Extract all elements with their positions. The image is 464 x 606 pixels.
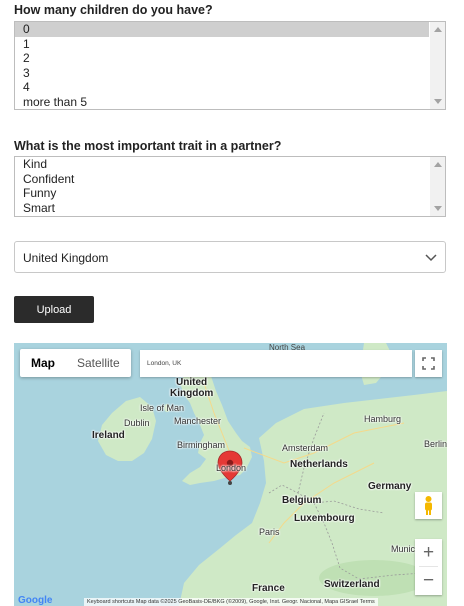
trait-option[interactable]: Kind [15, 157, 445, 172]
fullscreen-button[interactable] [415, 350, 442, 377]
map-label: London [216, 463, 247, 473]
scroll-up-arrow-icon[interactable] [434, 162, 442, 167]
map-label: France [252, 583, 285, 594]
map-search-text: London, UK [147, 360, 182, 367]
map-type-satellite-button[interactable]: Satellite [66, 349, 131, 377]
street-view-button[interactable] [415, 492, 442, 519]
map-label: Luxembourg [294, 513, 355, 524]
upload-button[interactable]: Upload [14, 296, 94, 323]
map-label: Belgium [282, 495, 322, 506]
children-option[interactable]: 3 [15, 66, 445, 81]
map-label: Birmingham [177, 440, 226, 450]
zoom-in-button[interactable]: + [415, 539, 442, 566]
map-label: Berlin [424, 439, 447, 449]
map-label: Paris [259, 527, 280, 537]
trait-option[interactable]: Funny [15, 186, 445, 201]
scroll-down-arrow-icon[interactable] [434, 99, 442, 104]
map-footer: Google Keyboard shortcuts Map data ©2025… [14, 595, 447, 606]
map-label: Switzerland [324, 579, 380, 590]
map-label: Hamburg [364, 414, 402, 424]
zoom-out-button[interactable]: − [415, 567, 442, 594]
map[interactable]: North Sea United Kingdom Isle of Man Man… [14, 343, 447, 606]
map-label: Ireland [92, 430, 125, 441]
trait-option[interactable]: Confident [15, 172, 445, 187]
children-option[interactable]: 4 [15, 80, 445, 95]
map-label: Amsterdam [282, 443, 329, 453]
map-background [98, 343, 447, 606]
map-label: Germany [368, 481, 412, 492]
map-label: Dublin [124, 418, 150, 428]
map-label: Isle of Man [140, 403, 185, 413]
children-option[interactable]: 0 [15, 22, 429, 37]
map-search-box[interactable]: London, UK [140, 350, 412, 377]
children-listbox[interactable]: 0 1 2 3 4 more than 5 [14, 21, 446, 110]
listbox-scrollbar[interactable] [430, 22, 445, 109]
scroll-up-arrow-icon[interactable] [434, 27, 442, 32]
google-logo: Google [18, 595, 53, 606]
zoom-control: + − [415, 539, 442, 595]
children-option[interactable]: 1 [15, 37, 445, 52]
map-label: Manchester [174, 416, 222, 426]
fullscreen-icon [422, 357, 435, 370]
children-question-label: How many children do you have? [14, 3, 213, 17]
map-label: Munic [391, 544, 416, 554]
map-label: United [176, 377, 208, 388]
scroll-down-arrow-icon[interactable] [434, 206, 442, 211]
listbox-scrollbar[interactable] [430, 157, 445, 216]
children-option[interactable]: more than 5 [15, 95, 445, 109]
trait-question-label: What is the most important trait in a pa… [14, 139, 282, 153]
chevron-down-icon [425, 254, 437, 262]
children-option[interactable]: 2 [15, 51, 445, 66]
pegman-icon [425, 496, 432, 515]
country-select-value: United Kingdom [23, 251, 109, 265]
map-attribution[interactable]: Keyboard shortcuts Map data ©2025 GeoBas… [84, 598, 378, 606]
map-label: Kingdom [170, 388, 214, 399]
trait-listbox[interactable]: Kind Confident Funny Smart [14, 156, 446, 217]
map-type-map-button[interactable]: Map [20, 349, 66, 377]
map-type-control: Map Satellite [20, 349, 131, 377]
trait-option[interactable]: Smart [15, 201, 445, 216]
country-select[interactable]: United Kingdom [14, 241, 446, 273]
map-label: Netherlands [290, 459, 348, 470]
